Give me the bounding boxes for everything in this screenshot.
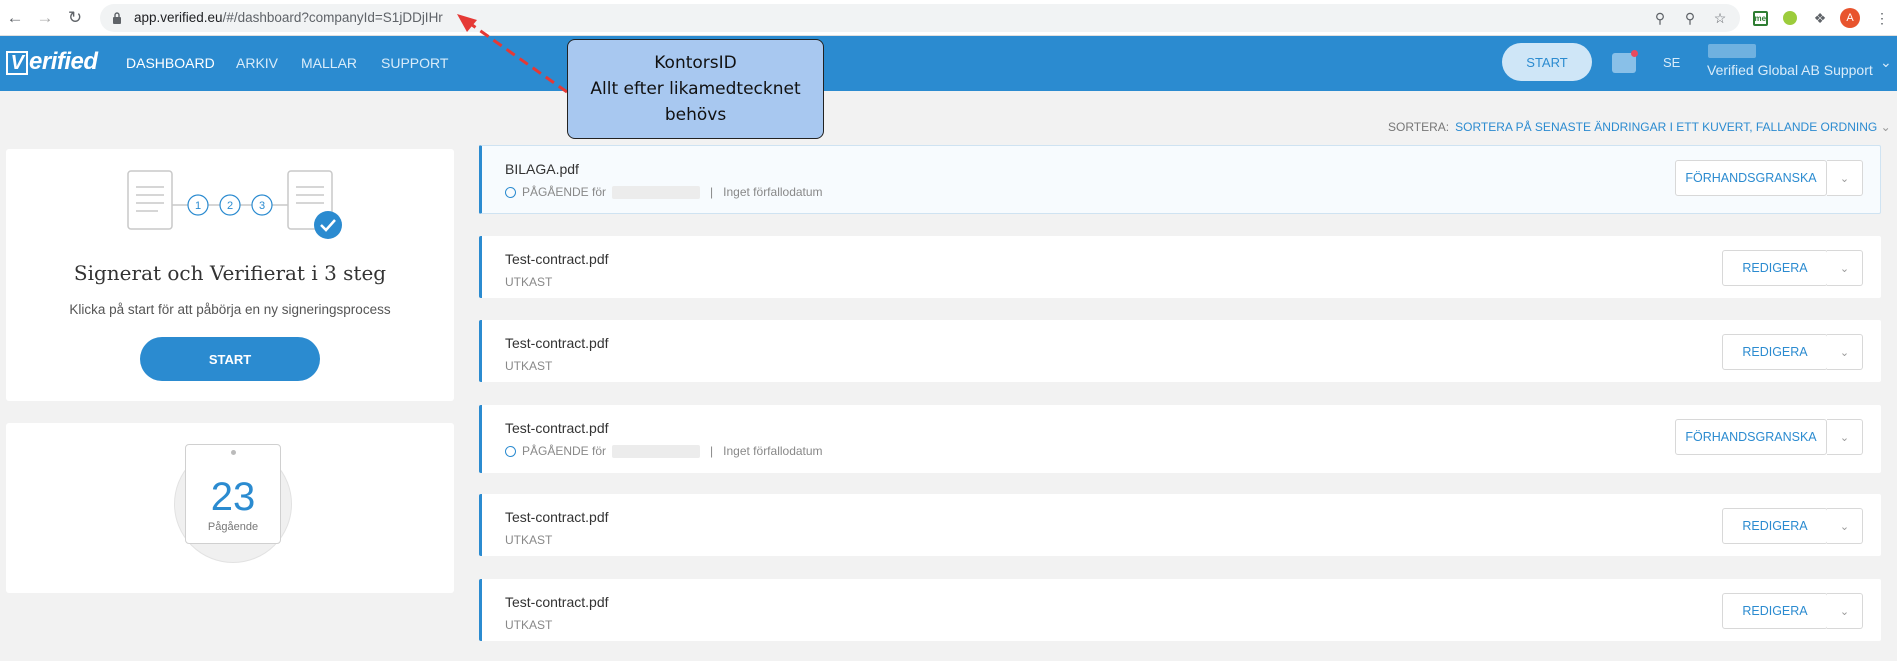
document-title[interactable]: BILAGA.pdf: [505, 161, 579, 177]
step-number: 3: [259, 200, 265, 212]
edit-button[interactable]: REDIGERA: [1722, 334, 1828, 370]
notification-icon[interactable]: [1612, 50, 1638, 73]
chevron-down-icon[interactable]: ⌄: [1827, 250, 1863, 286]
annotation-callout: KontorsID Allt efter likamedtecknet behö…: [567, 39, 824, 139]
checkmark-icon: [314, 211, 342, 239]
pending-label: Pågående: [207, 521, 259, 533]
user-menu[interactable]: Verified Global AB Support: [1707, 62, 1873, 78]
document-status: PÅGÅENDE för | Inget förfallodatum: [505, 185, 823, 199]
chevron-down-icon[interactable]: ⌄: [1827, 334, 1863, 370]
redacted-account: [1708, 44, 1756, 58]
start-button[interactable]: START: [140, 337, 320, 381]
sort-label: SORTERA:: [1388, 120, 1450, 134]
chevron-down-icon[interactable]: ⌄: [1827, 419, 1863, 455]
document-row[interactable]: Test-contract.pdf PÅGÅENDE för | Inget för…: [479, 405, 1881, 473]
edit-button[interactable]: REDIGERA: [1722, 250, 1828, 286]
redacted-recipient: [612, 185, 701, 199]
extension-circle-icon[interactable]: [1780, 8, 1800, 28]
document-title[interactable]: Test-contract.pdf: [505, 594, 609, 610]
document-status: UTKAST: [505, 533, 553, 547]
star-icon[interactable]: ☆: [1710, 8, 1730, 28]
browser-menu-icon[interactable]: ⋮: [1872, 8, 1892, 28]
pending-status-icon: [505, 186, 516, 198]
url-text: app.verified.eu/#/dashboard?companyId=S1…: [134, 10, 443, 25]
document-row[interactable]: Test-contract.pdf UTKAST REDIGERA ⌄: [479, 236, 1881, 298]
document-status: UTKAST: [505, 359, 553, 373]
nav-arkiv[interactable]: ARKIV: [236, 55, 278, 71]
sort-control[interactable]: SORTERA: SORTERA PÅ SENASTE ÄNDRINGAR I E…: [1388, 120, 1891, 134]
profile-avatar[interactable]: A: [1840, 8, 1860, 28]
callout-line: Allt efter likamedtecknet: [590, 79, 801, 99]
preview-button[interactable]: FÖRHANDSGRANSKA: [1675, 160, 1827, 196]
document-title[interactable]: Test-contract.pdf: [505, 251, 609, 267]
extension-icon[interactable]: ❖: [1810, 8, 1830, 28]
document-row[interactable]: Test-contract.pdf UTKAST REDIGERA ⌄: [479, 494, 1881, 556]
document-status: UTKAST: [505, 275, 553, 289]
pending-count: 23: [210, 475, 256, 519]
onboarding-subtitle: Klicka på start för att påbörja en ny si…: [69, 302, 391, 317]
chevron-down-icon[interactable]: ⌄: [1827, 508, 1863, 544]
lock-icon: [113, 12, 121, 24]
document-title[interactable]: Test-contract.pdf: [505, 335, 609, 351]
nav-mallar[interactable]: MALLAR: [301, 55, 357, 71]
redacted-recipient: [612, 444, 701, 458]
nav-dashboard[interactable]: DASHBOARD: [126, 55, 215, 71]
nav-support[interactable]: SUPPORT: [381, 55, 448, 71]
calendar-icon: 23 Pågående: [174, 444, 292, 563]
step-number: 1: [195, 200, 201, 212]
key-icon[interactable]: ⚲: [1650, 8, 1670, 28]
document-row[interactable]: Test-contract.pdf UTKAST REDIGERA ⌄: [479, 579, 1881, 641]
edit-button[interactable]: REDIGERA: [1722, 593, 1828, 629]
browser-toolbar: ← → ↻ app.verified.eu/#/dashboard?compan…: [0, 0, 1897, 36]
edit-button[interactable]: REDIGERA: [1722, 508, 1828, 544]
steps-illustration: 1 2 3: [127, 170, 342, 239]
header-start-button[interactable]: START: [1502, 43, 1592, 81]
forward-icon[interactable]: →: [34, 7, 56, 29]
step-number: 2: [227, 200, 233, 212]
zoom-icon[interactable]: ⚲: [1680, 8, 1700, 28]
annotation-arrow: [457, 14, 568, 94]
sort-value[interactable]: SORTERA PÅ SENASTE ÄNDRINGAR I ETT KUVER…: [1455, 120, 1877, 134]
chevron-down-icon: ⌄: [1880, 120, 1891, 134]
chevron-down-icon[interactable]: ⌄: [1880, 54, 1892, 71]
document-status: PÅGÅENDE för | Inget förfallodatum: [505, 444, 823, 458]
pending-card[interactable]: 23 Pågående: [6, 423, 454, 593]
calendar-page: 23 Pågående: [185, 444, 281, 544]
chevron-down-icon[interactable]: ⌄: [1827, 593, 1863, 629]
calendar-dot: [231, 450, 236, 455]
address-bar[interactable]: app.verified.eu/#/dashboard?companyId=S1…: [100, 4, 1740, 32]
callout-line: behövs: [664, 105, 727, 125]
verified-logo[interactable]: Verified: [6, 48, 98, 76]
document-row[interactable]: BILAGA.pdf PÅGÅENDE för | Inget förfalloda…: [479, 145, 1881, 214]
document-title[interactable]: Test-contract.pdf: [505, 509, 609, 525]
language-selector[interactable]: SE: [1663, 55, 1680, 70]
extension-me-icon[interactable]: me: [1750, 8, 1770, 28]
reload-icon[interactable]: ↻: [64, 7, 86, 29]
preview-button[interactable]: FÖRHANDSGRANSKA: [1675, 419, 1827, 455]
onboarding-title: Signerat och Verifierat i 3 steg: [73, 261, 387, 285]
onboarding-card: 1 2 3 Signerat och Verifierat i 3 steg K…: [6, 149, 454, 401]
document-title[interactable]: Test-contract.pdf: [505, 420, 609, 436]
back-icon[interactable]: ←: [4, 7, 26, 29]
chevron-down-icon[interactable]: ⌄: [1827, 160, 1863, 196]
pending-status-icon: [505, 445, 516, 457]
document-row[interactable]: Test-contract.pdf UTKAST REDIGERA ⌄: [479, 320, 1881, 382]
document-status: UTKAST: [505, 618, 553, 632]
app-header: Verified DASHBOARD ARKIV MALLAR SUPPORT …: [0, 36, 1897, 91]
callout-line: KontorsID: [654, 53, 737, 73]
